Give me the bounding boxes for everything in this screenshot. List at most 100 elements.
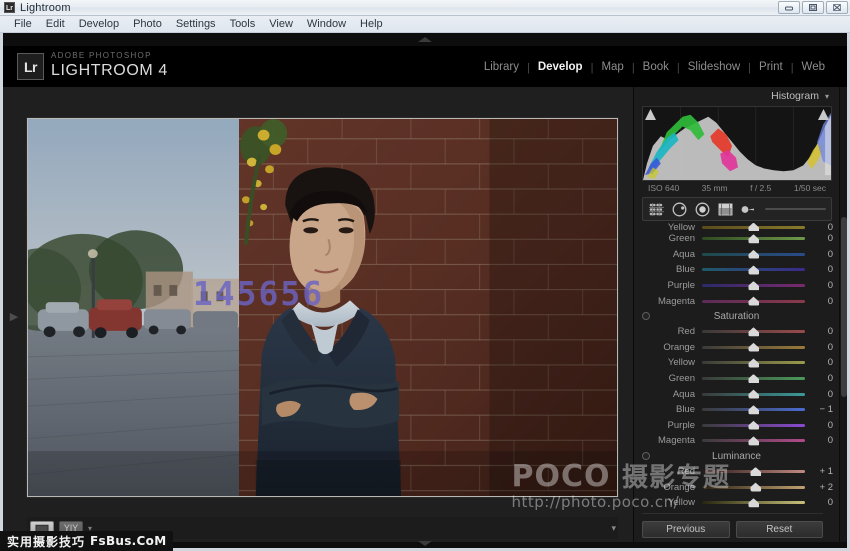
slider-track[interactable] <box>702 226 805 229</box>
slider-thumb[interactable] <box>748 297 759 306</box>
previous-button[interactable]: Previous <box>642 521 730 538</box>
toolbar-options-caret-icon[interactable]: ▾ <box>611 523 618 534</box>
saturation-row-aqua[interactable]: Aqua 0 <box>634 386 839 402</box>
slider-track[interactable] <box>702 501 805 504</box>
slider-thumb[interactable] <box>748 374 759 383</box>
loupe-photo[interactable]: 145656 <box>28 119 617 496</box>
histogram-title: Histogram <box>771 90 819 102</box>
histogram-header[interactable]: Histogram ▾ <box>771 90 829 102</box>
module-book[interactable]: Book <box>635 60 677 75</box>
chevron-down-icon[interactable]: ▾ <box>825 92 829 101</box>
hsl-color-panel: Yellow 0 Green 0 <box>634 223 839 513</box>
spot-removal-icon[interactable] <box>671 201 687 217</box>
maximize-button[interactable] <box>802 1 824 14</box>
slider-track[interactable] <box>702 470 805 473</box>
luminance-row-red[interactable]: Red + 1 <box>634 464 839 480</box>
menu-item-edit[interactable]: Edit <box>39 17 72 32</box>
top-panel-collapse-band[interactable] <box>3 33 847 47</box>
slider-track[interactable] <box>702 253 805 256</box>
slider-value: − 1 <box>805 404 833 415</box>
slider-track[interactable] <box>702 330 805 333</box>
hue-row-blue[interactable]: Blue 0 <box>634 262 839 278</box>
close-button[interactable] <box>826 1 848 14</box>
hue-row-purple[interactable]: Purple 0 <box>634 278 839 294</box>
right-panel-scrollbar[interactable] <box>839 87 847 545</box>
slider-thumb[interactable] <box>750 483 761 492</box>
slider-thumb[interactable] <box>748 436 759 445</box>
hue-row-magenta[interactable]: Magenta 0 <box>634 293 839 309</box>
module-web[interactable]: Web <box>794 60 833 75</box>
crop-overlay-icon[interactable] <box>648 201 664 217</box>
slider-thumb[interactable] <box>748 250 759 259</box>
menu-item-file[interactable]: File <box>7 17 39 32</box>
menu-item-settings[interactable]: Settings <box>169 17 223 32</box>
module-slideshow[interactable]: Slideshow <box>680 60 748 75</box>
menu-item-tools[interactable]: Tools <box>223 17 263 32</box>
slider-track[interactable] <box>702 377 805 380</box>
saturation-row-red[interactable]: Red 0 <box>634 324 839 340</box>
slider-track[interactable] <box>702 393 805 396</box>
menu-item-help[interactable]: Help <box>353 17 390 32</box>
minimize-button[interactable] <box>778 1 800 14</box>
adjustment-brush-icon[interactable] <box>740 201 756 217</box>
slider-thumb[interactable] <box>748 223 759 231</box>
menu-item-view[interactable]: View <box>262 17 300 32</box>
histogram-graph[interactable] <box>642 106 832 181</box>
saturation-row-orange[interactable]: Orange 0 <box>634 340 839 356</box>
left-panel-collapse-arrow[interactable]: ▶ <box>9 309 19 323</box>
menu-item-develop[interactable]: Develop <box>72 17 126 32</box>
saturation-row-purple[interactable]: Purple 0 <box>634 418 839 434</box>
right-panel: Histogram ▾ <box>633 87 847 545</box>
develop-tool-strip <box>642 197 832 221</box>
slider-label: Aqua <box>642 389 702 400</box>
slider-thumb[interactable] <box>748 421 759 430</box>
menu-item-photo[interactable]: Photo <box>126 17 169 32</box>
slider-track[interactable] <box>702 361 805 364</box>
slider-track[interactable] <box>702 424 805 427</box>
slider-label: Blue <box>642 264 702 275</box>
scrollbar-thumb[interactable] <box>841 217 847 397</box>
slider-thumb[interactable] <box>748 405 759 414</box>
target-adjustment-tool-icon[interactable] <box>642 452 650 460</box>
slider-value: 0 <box>805 497 833 508</box>
hue-row-yellow-clipped[interactable]: Yellow 0 <box>634 223 839 231</box>
graduated-filter-icon[interactable] <box>717 201 733 217</box>
target-adjustment-tool-icon[interactable] <box>642 312 650 320</box>
module-map[interactable]: Map <box>593 60 631 75</box>
slider-track[interactable] <box>702 237 805 240</box>
slider-thumb[interactable] <box>750 467 761 476</box>
module-library[interactable]: Library <box>476 60 527 75</box>
hue-row-green[interactable]: Green 0 <box>634 231 839 247</box>
slider-track[interactable] <box>702 284 805 287</box>
slider-thumb[interactable] <box>748 327 759 336</box>
menu-item-window[interactable]: Window <box>300 17 353 32</box>
red-eye-glyph <box>695 202 710 217</box>
module-print[interactable]: Print <box>751 60 791 75</box>
reset-button[interactable]: Reset <box>736 521 824 538</box>
slider-thumb[interactable] <box>748 281 759 290</box>
module-develop[interactable]: Develop <box>530 60 591 75</box>
bottom-collapse-arrow-icon <box>418 541 432 546</box>
slider-track[interactable] <box>702 268 805 271</box>
saturation-row-blue[interactable]: Blue − 1 <box>634 402 839 418</box>
slider-thumb[interactable] <box>748 498 759 507</box>
slider-value: 0 <box>805 249 833 260</box>
red-eye-correction-icon[interactable] <box>694 201 710 217</box>
saturation-row-yellow[interactable]: Yellow 0 <box>634 355 839 371</box>
slider-thumb[interactable] <box>748 390 759 399</box>
slider-thumb[interactable] <box>748 358 759 367</box>
saturation-row-green[interactable]: Green 0 <box>634 371 839 387</box>
slider-track[interactable] <box>702 300 805 303</box>
hue-row-aqua[interactable]: Aqua 0 <box>634 247 839 263</box>
saturation-row-magenta[interactable]: Magenta 0 <box>634 433 839 449</box>
luminance-row-yellow[interactable]: Yellow 0 <box>634 495 839 511</box>
slider-thumb[interactable] <box>748 343 759 352</box>
slider-track[interactable] <box>702 486 805 489</box>
brush-size-slider[interactable] <box>765 208 826 210</box>
slider-track[interactable] <box>702 408 805 411</box>
luminance-row-orange[interactable]: Orange + 2 <box>634 479 839 495</box>
slider-track[interactable] <box>702 439 805 442</box>
slider-thumb[interactable] <box>748 234 759 243</box>
slider-thumb[interactable] <box>748 265 759 274</box>
slider-track[interactable] <box>702 346 805 349</box>
